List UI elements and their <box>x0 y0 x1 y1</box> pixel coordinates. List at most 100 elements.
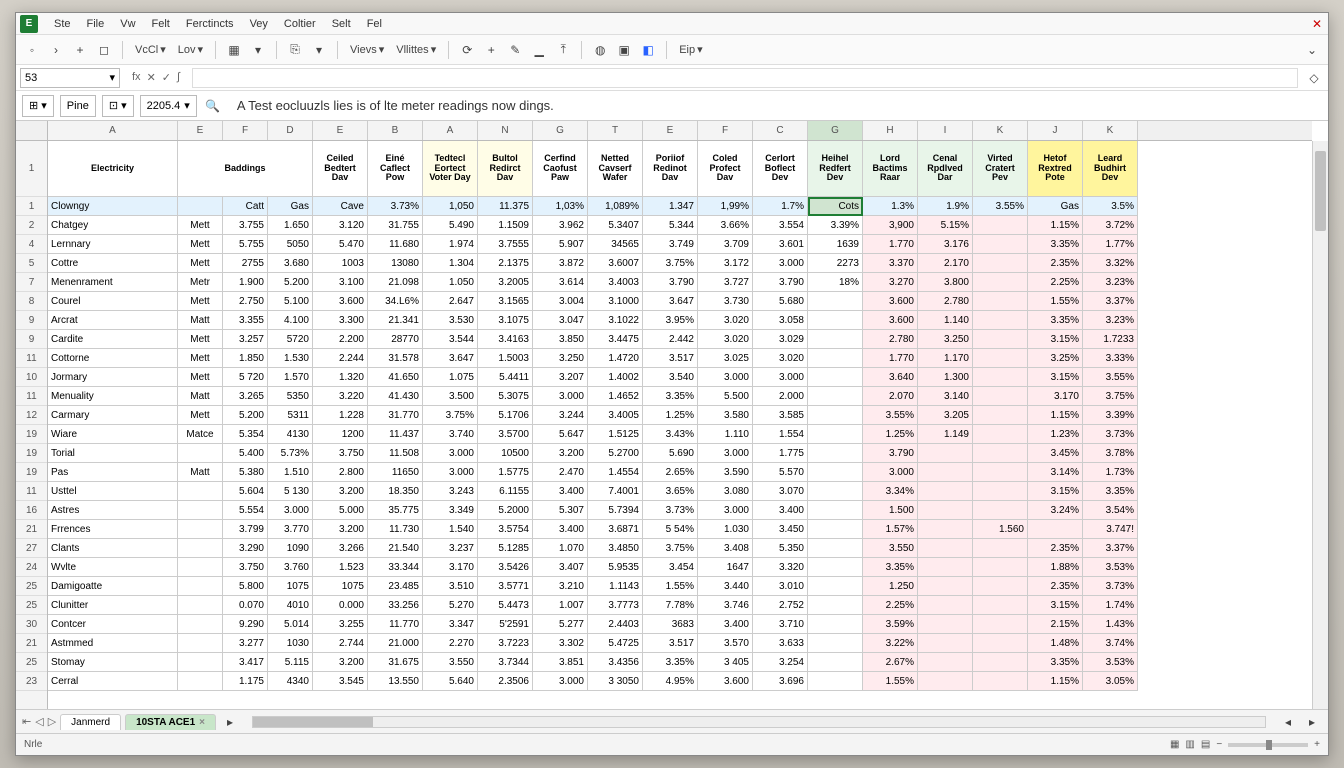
dd-caret-icon[interactable]: ▾ <box>248 40 268 60</box>
cell[interactable]: 3.45% <box>1028 444 1083 463</box>
cell[interactable] <box>918 615 973 634</box>
fx2-icon[interactable]: ∫ <box>177 71 180 84</box>
cell[interactable]: 2.000 <box>753 387 808 406</box>
cell[interactable] <box>808 444 863 463</box>
cell[interactable]: 3.200 <box>313 482 368 501</box>
cell[interactable]: 3.545 <box>313 672 368 691</box>
cell[interactable]: 1.1143 <box>588 577 643 596</box>
cell[interactable]: 3.266 <box>313 539 368 558</box>
row-header[interactable]: 24 <box>16 558 47 577</box>
row-header[interactable]: 4 <box>16 235 47 254</box>
cell[interactable] <box>973 539 1028 558</box>
cell[interactable]: 3.35% <box>643 387 698 406</box>
cell[interactable] <box>973 235 1028 254</box>
cell[interactable]: 3.73% <box>643 501 698 520</box>
cell[interactable]: 3.55% <box>1083 368 1138 387</box>
cell[interactable]: Pas <box>48 463 178 482</box>
cell[interactable]: 1.4002 <box>588 368 643 387</box>
cell[interactable]: 11650 <box>368 463 423 482</box>
cell[interactable]: Mett <box>178 216 223 235</box>
cell[interactable]: 5.4411 <box>478 368 533 387</box>
cell[interactable]: 7.4001 <box>588 482 643 501</box>
cell[interactable]: 3.32% <box>1083 254 1138 273</box>
cell[interactable]: Astres <box>48 501 178 520</box>
cell[interactable]: 3.800 <box>918 273 973 292</box>
cell[interactable]: 5.270 <box>423 596 478 615</box>
cell[interactable]: Wiare <box>48 425 178 444</box>
cell[interactable]: 1.9% <box>918 197 973 216</box>
cell[interactable] <box>808 292 863 311</box>
new-icon[interactable]: + <box>70 40 90 60</box>
cell[interactable]: Mett <box>178 330 223 349</box>
cell[interactable]: Gas <box>1028 197 1083 216</box>
cell[interactable]: 3.170 <box>1028 387 1083 406</box>
cell[interactable]: 1.570 <box>268 368 313 387</box>
cell[interactable]: 3.355 <box>223 311 268 330</box>
dd-lov[interactable]: Lov ▾ <box>174 41 207 58</box>
cell[interactable]: 2.4403 <box>588 615 643 634</box>
cell[interactable] <box>973 501 1028 520</box>
cell[interactable]: 3.370 <box>863 254 918 273</box>
tab-first-icon[interactable]: ⇤ <box>22 715 31 728</box>
cell[interactable] <box>973 368 1028 387</box>
row-header[interactable]: 8 <box>16 292 47 311</box>
view1-icon[interactable]: ▦ <box>1170 739 1179 750</box>
cell[interactable]: 2.170 <box>918 254 973 273</box>
cell[interactable]: 5'2591 <box>478 615 533 634</box>
h-scroll-thumb[interactable] <box>253 717 373 727</box>
cell[interactable] <box>808 368 863 387</box>
cell[interactable]: Virted Cratert Pev <box>973 141 1028 197</box>
cell[interactable]: 3.35% <box>1083 482 1138 501</box>
cell[interactable]: 2.35% <box>1028 577 1083 596</box>
cell[interactable]: 3.1565 <box>478 292 533 311</box>
cell[interactable]: Baddings <box>178 141 313 197</box>
cell[interactable]: 3.025 <box>698 349 753 368</box>
cell[interactable]: 3.205 <box>918 406 973 425</box>
cell[interactable]: 3.302 <box>533 634 588 653</box>
cell[interactable]: Einé Caflect Pow <box>368 141 423 197</box>
cell[interactable]: 3.300 <box>313 311 368 330</box>
cell[interactable]: 3.39% <box>1083 406 1138 425</box>
cell[interactable]: 1.3% <box>863 197 918 216</box>
cell[interactable] <box>808 311 863 330</box>
cell[interactable]: 5.800 <box>223 577 268 596</box>
search-icon[interactable]: 🔍 <box>203 96 223 116</box>
row-header[interactable]: 19 <box>16 444 47 463</box>
menu-selt[interactable]: Selt <box>326 16 357 32</box>
cell[interactable]: Cardite <box>48 330 178 349</box>
cell[interactable]: 3.78% <box>1083 444 1138 463</box>
collapse-icon[interactable]: ⌄ <box>1302 40 1322 60</box>
cell[interactable]: 3.35% <box>1028 235 1083 254</box>
cell[interactable]: Matce <box>178 425 223 444</box>
cell[interactable]: 3.500 <box>423 387 478 406</box>
cell[interactable]: 3.72% <box>1083 216 1138 235</box>
cell[interactable]: 1.540 <box>423 520 478 539</box>
cell[interactable]: 3.349 <box>423 501 478 520</box>
cell[interactable]: Clants <box>48 539 178 558</box>
cell[interactable]: 3.347 <box>423 615 478 634</box>
cell[interactable]: 1.974 <box>423 235 478 254</box>
cell[interactable]: 3.747! <box>1083 520 1138 539</box>
cell[interactable]: 3.047 <box>533 311 588 330</box>
cell[interactable]: 5.4725 <box>588 634 643 653</box>
close-icon[interactable]: ✕ <box>1312 17 1322 31</box>
cell[interactable]: 1.15% <box>1028 406 1083 425</box>
row-header[interactable]: 16 <box>16 501 47 520</box>
cell[interactable]: Cottorne <box>48 349 178 368</box>
cell[interactable] <box>808 653 863 672</box>
cell[interactable]: 3.000 <box>698 368 753 387</box>
row-header[interactable]: 12 <box>16 406 47 425</box>
cell[interactable]: 1.347 <box>643 197 698 216</box>
cell[interactable]: Catt <box>223 197 268 216</box>
cell[interactable]: 5.554 <box>223 501 268 520</box>
cell[interactable]: 3.010 <box>753 577 808 596</box>
cell[interactable]: 3.254 <box>753 653 808 672</box>
upload-icon[interactable]: ⤒ <box>553 40 573 60</box>
cell[interactable]: Leard Budhirt Dev <box>1083 141 1138 197</box>
cell[interactable]: 3.55% <box>973 197 1028 216</box>
cell[interactable]: 3.75% <box>423 406 478 425</box>
cell[interactable]: 3.770 <box>268 520 313 539</box>
cell[interactable]: 3.727 <box>698 273 753 292</box>
cell[interactable]: 3.600 <box>863 311 918 330</box>
row-header[interactable]: 1 <box>16 197 47 216</box>
